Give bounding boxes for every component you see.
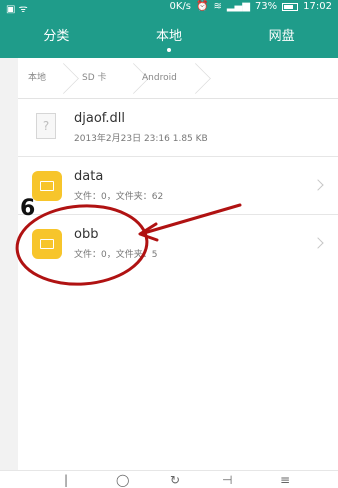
top-tabs: 分类 本地 网盘 (0, 16, 338, 58)
battery-icon (282, 2, 299, 11)
breadcrumb-item-android[interactable]: Android (142, 58, 177, 98)
file-list: ? djaof.dll 2013年2月23日 23:16 1.85 KB dat… (18, 99, 338, 273)
tab-local[interactable]: 本地 (113, 16, 226, 58)
wifi-icon: ≋ (213, 1, 222, 12)
system-nav-bar: | ◯ ↻ ⊣ ≡ (0, 470, 338, 488)
folder-name: obb (74, 227, 99, 242)
back-icon[interactable]: | (64, 473, 68, 487)
net-speed: 0K/s (169, 1, 192, 12)
breadcrumb-separator (48, 63, 79, 94)
alarm-icon: ⏰ (196, 1, 209, 12)
folder-name: data (74, 169, 104, 184)
file-icon: ? (36, 113, 56, 139)
empty-area (18, 270, 338, 470)
tab-label: 分类 (43, 29, 70, 44)
status-right: 0K/s ⏰ ≋ ▂▄▆ 73% 17:02 (170, 1, 332, 12)
folder-row[interactable]: data 文件：0，文件夹：62 (18, 157, 338, 215)
tab-label: 本地 (156, 29, 183, 44)
signal-icon: ▂▄▆ (226, 1, 250, 12)
clock: 17:02 (303, 1, 332, 12)
breadcrumb-separator (180, 63, 211, 94)
home-icon[interactable]: ◯ (116, 473, 129, 487)
annotation-number: 6 (20, 196, 36, 221)
tab-cloud[interactable]: 网盘 (225, 16, 338, 58)
file-meta: 2013年2月23日 23:16 1.85 KB (74, 134, 208, 144)
folder-icon (32, 171, 62, 201)
tab-label: 网盘 (268, 29, 295, 44)
status-bar: ▣ ᯤ 0K/s ⏰ ≋ ▂▄▆ 73% 17:02 (0, 0, 338, 16)
folder-row[interactable]: obb 文件：0，文件夹：5 (18, 215, 338, 273)
more-icon[interactable]: ≡ (280, 473, 290, 487)
chevron-right-icon (312, 237, 324, 249)
breadcrumb: 本地 SD 卡 Android (18, 58, 338, 99)
menu-icon[interactable]: ⊣ (222, 473, 232, 487)
screen: ▣ ᯤ 0K/s ⏰ ≋ ▂▄▆ 73% 17:02 分类 本地 网盘 本地 S… (0, 0, 338, 488)
breadcrumb-item-sdcard[interactable]: SD 卡 (82, 58, 107, 98)
folder-icon (32, 229, 62, 259)
recent-icon[interactable]: ↻ (170, 473, 180, 487)
breadcrumb-item-local[interactable]: 本地 (28, 58, 46, 98)
notification-icons: ▣ ᯤ (6, 4, 28, 15)
battery-percent: 73% (254, 1, 278, 12)
folder-meta: 文件：0，文件夹：5 (74, 250, 158, 260)
tab-category[interactable]: 分类 (0, 16, 113, 58)
folder-meta: 文件：0，文件夹：62 (74, 192, 164, 202)
active-tab-indicator (167, 48, 171, 52)
file-row[interactable]: ? djaof.dll 2013年2月23日 23:16 1.85 KB (18, 99, 338, 157)
chevron-right-icon (312, 179, 324, 191)
file-name: djaof.dll (74, 111, 126, 126)
